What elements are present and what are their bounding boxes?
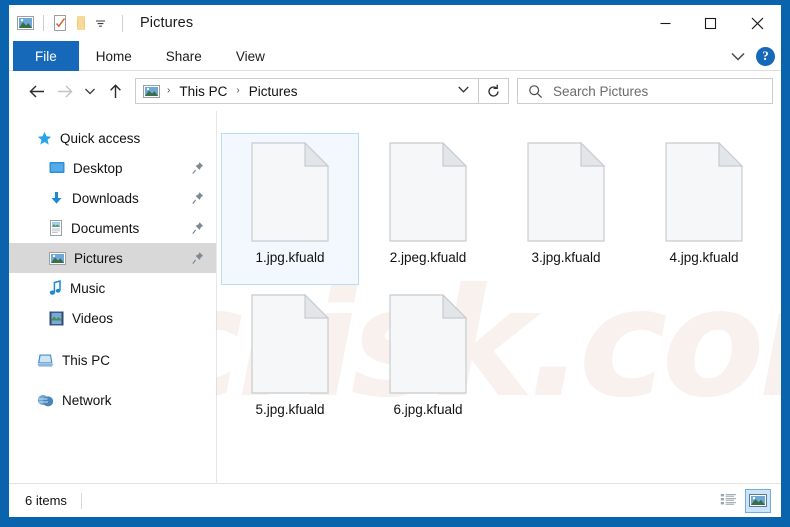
toolbar-divider <box>43 15 44 31</box>
search-icon <box>528 84 543 99</box>
blank-document-icon <box>388 142 468 242</box>
file-name: 5.jpg.kfuald <box>255 402 325 417</box>
sidebar-item-pictures[interactable]: Pictures <box>9 243 216 273</box>
sidebar-item-quick-access[interactable]: Quick access <box>9 123 216 153</box>
blank-document-icon <box>388 294 468 394</box>
title-bar: Pictures <box>9 5 781 41</box>
maximize-button[interactable] <box>688 5 733 41</box>
sidebar-item-label: Documents <box>71 220 140 236</box>
blank-document-icon <box>526 142 606 242</box>
pin-icon[interactable] <box>192 222 204 235</box>
file-item[interactable]: 4.jpg.kfuald <box>635 133 773 285</box>
breadcrumb[interactable]: › This PC › Pictures <box>135 78 479 104</box>
sidebar-item-label: Downloads <box>72 190 139 206</box>
tab-home[interactable]: Home <box>79 41 149 71</box>
sidebar-item-videos[interactable]: Videos <box>9 303 216 333</box>
videos-icon <box>49 311 64 326</box>
star-icon <box>37 131 52 146</box>
forward-button[interactable] <box>51 77 79 105</box>
navigation-pane: Quick access Desktop Downloads Documents… <box>9 111 216 483</box>
pin-icon[interactable] <box>192 162 204 175</box>
up-button[interactable] <box>101 77 129 105</box>
breadcrumb-separator: › <box>167 85 171 96</box>
file-item[interactable]: 6.jpg.kfuald <box>359 285 497 437</box>
breadcrumb-item-this-pc[interactable]: This PC <box>177 84 229 99</box>
customize-chevron-icon[interactable] <box>94 17 107 30</box>
tab-file[interactable]: File <box>13 41 79 71</box>
sidebar-item-label: Pictures <box>74 250 123 266</box>
breadcrumb-separator: › <box>236 85 240 96</box>
window-title: Pictures <box>140 15 194 31</box>
sidebar-item-label: Videos <box>72 310 114 326</box>
network-icon <box>37 393 54 408</box>
file-item[interactable]: 2.jpeg.kfuald <box>359 133 497 285</box>
sidebar-item-label: Quick access <box>60 130 141 146</box>
sidebar-item-label: Desktop <box>73 160 123 176</box>
file-item[interactable]: 3.jpg.kfuald <box>497 133 635 285</box>
file-name: 3.jpg.kfuald <box>531 250 601 265</box>
file-name: 4.jpg.kfuald <box>669 250 739 265</box>
pin-icon[interactable] <box>192 252 204 265</box>
chevron-down-icon[interactable] <box>730 51 746 62</box>
pictures-icon <box>49 251 66 265</box>
file-item[interactable]: 1.jpg.kfuald <box>221 133 359 285</box>
sidebar-item-network[interactable]: Network <box>9 385 216 415</box>
refresh-button[interactable] <box>479 78 509 104</box>
pictures-folder-icon[interactable] <box>17 16 34 30</box>
quick-access-toolbar: Pictures <box>9 5 193 41</box>
search-input[interactable]: Search Pictures <box>517 78 773 104</box>
desktop-icon <box>49 161 65 175</box>
blank-document-icon <box>250 294 330 394</box>
downloads-icon <box>49 191 64 206</box>
sidebar-item-label: This PC <box>62 352 111 368</box>
minimize-button[interactable] <box>643 5 688 41</box>
item-count-label: 6 items <box>25 493 67 508</box>
music-icon <box>49 280 62 296</box>
sidebar-item-documents[interactable]: Documents <box>9 213 216 243</box>
back-button[interactable] <box>23 77 51 105</box>
status-divider <box>80 492 82 509</box>
ribbon-tab-bar: File Home Share View ? <box>9 41 781 71</box>
blank-document-icon <box>664 142 744 242</box>
sidebar-item-label: Music <box>70 280 106 296</box>
explorer-body: pcrisk.com Quick access Desktop <box>9 111 781 483</box>
large-icons-view-button[interactable] <box>745 488 771 513</box>
status-bar: 6 items <box>9 483 781 517</box>
details-view-button[interactable] <box>715 489 741 513</box>
sidebar-item-this-pc[interactable]: This PC <box>9 345 216 375</box>
file-name: 1.jpg.kfuald <box>255 250 325 265</box>
explorer-window: Pictures File Home Share View ? › This P… <box>9 5 781 517</box>
file-name: 6.jpg.kfuald <box>393 402 463 417</box>
title-divider <box>122 14 123 32</box>
breadcrumb-item-pictures[interactable]: Pictures <box>247 84 300 99</box>
sidebar-item-downloads[interactable]: Downloads <box>9 183 216 213</box>
tab-view[interactable]: View <box>219 41 282 71</box>
help-icon[interactable]: ? <box>756 46 775 66</box>
properties-icon[interactable] <box>53 14 68 32</box>
view-toggle-group <box>715 488 771 513</box>
pictures-location-icon[interactable] <box>143 84 160 98</box>
pin-icon[interactable] <box>192 192 204 205</box>
this-pc-icon <box>37 353 54 368</box>
file-item[interactable]: 5.jpg.kfuald <box>221 285 359 437</box>
new-folder-icon[interactable] <box>75 15 87 31</box>
ribbon-controls: ? <box>730 41 775 71</box>
documents-icon <box>49 220 63 236</box>
file-list-view[interactable]: 1.jpg.kfuald 2.jpeg.kfuald 3.jpg.kfuald … <box>216 111 781 483</box>
previous-locations-chevron-icon[interactable] <box>452 85 474 97</box>
sidebar-item-desktop[interactable]: Desktop <box>9 153 216 183</box>
caption-buttons <box>643 5 781 41</box>
file-grid: 1.jpg.kfuald 2.jpeg.kfuald 3.jpg.kfuald … <box>217 111 781 437</box>
recent-locations-chevron-icon[interactable] <box>79 77 101 105</box>
sidebar-item-music[interactable]: Music <box>9 273 216 303</box>
sidebar-item-label: Network <box>62 392 112 408</box>
blank-document-icon <box>250 142 330 242</box>
close-button[interactable] <box>733 5 781 41</box>
address-bar: › This PC › Pictures Search Pictures <box>9 71 781 111</box>
search-placeholder: Search Pictures <box>553 83 649 99</box>
tab-share[interactable]: Share <box>149 41 219 71</box>
file-name: 2.jpeg.kfuald <box>389 250 467 265</box>
